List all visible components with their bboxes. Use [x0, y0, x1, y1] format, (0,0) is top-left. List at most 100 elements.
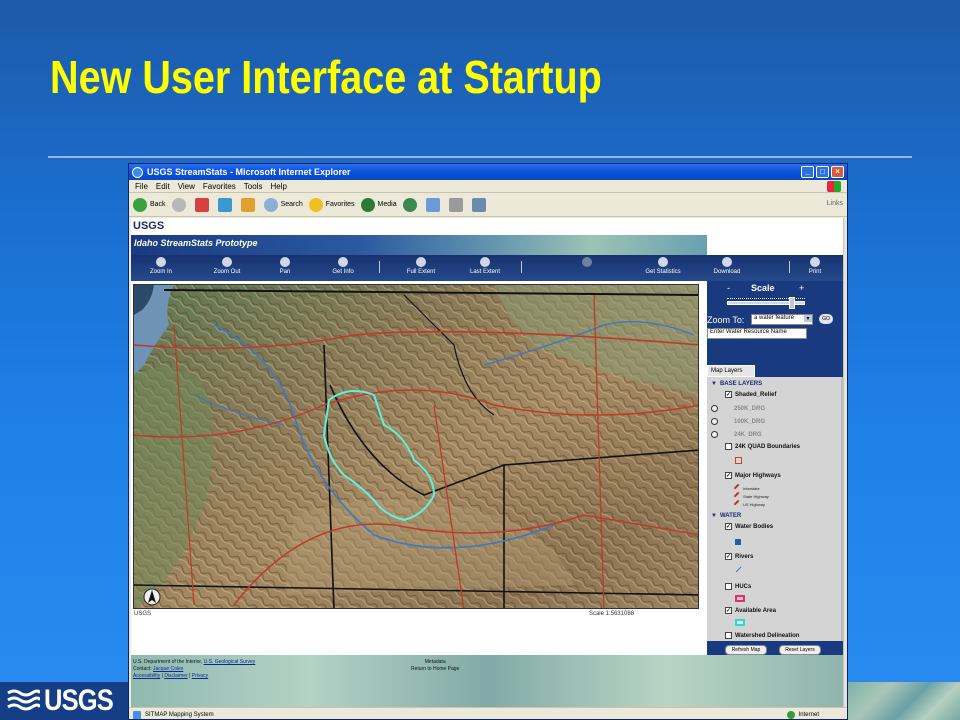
quad-legend-swatch: [735, 457, 742, 464]
layer-water-bodies[interactable]: ✓ Water Bodies: [725, 523, 773, 530]
layer-watershed[interactable]: Watershed Delineation: [725, 632, 799, 639]
layer-group-water[interactable]: ▼ WATER: [711, 513, 741, 519]
layer-checkbox[interactable]: ✓: [725, 472, 732, 479]
layer-rivers[interactable]: ✓ Rivers: [725, 553, 753, 560]
pan-tool[interactable]: Pan: [265, 257, 305, 275]
search-button[interactable]: Search: [263, 197, 303, 212]
last-extent-tool[interactable]: Last Extent: [465, 257, 505, 275]
window-titlebar[interactable]: USGS StreamStats - Microsoft Internet Ex…: [129, 164, 847, 180]
layer-label: 24K QUAD Boundaries: [735, 443, 801, 450]
edit-button[interactable]: [471, 197, 489, 212]
home-button[interactable]: [240, 197, 258, 212]
print-label: Print: [808, 269, 822, 275]
reset-layers-button[interactable]: Reset Layers: [779, 645, 821, 655]
layer-group-base[interactable]: ▼ BASE LAYERS: [711, 381, 762, 387]
history-icon: [402, 197, 417, 212]
scale-slider-thumb[interactable]: [789, 297, 795, 309]
mail-icon: [425, 197, 440, 212]
layer-checkbox[interactable]: [725, 632, 732, 639]
layer-checkbox[interactable]: ✓: [725, 523, 732, 530]
layer-label: Major Highways: [735, 472, 781, 479]
map-canvas[interactable]: [133, 284, 699, 609]
zoom-out-tool[interactable]: Zoom Out: [207, 257, 247, 275]
layer-shaded-relief[interactable]: ✓ Shaded_Relief: [725, 391, 776, 398]
get-statistics-tool[interactable]: Get Statistics: [643, 257, 683, 275]
hand-icon: [280, 257, 290, 267]
full-extent-label: Full Extent: [406, 269, 436, 275]
refresh-map-button[interactable]: Refresh Map: [725, 645, 767, 655]
scale-minus[interactable]: -: [727, 283, 730, 293]
links-label[interactable]: Links: [827, 200, 843, 207]
history-button[interactable]: [402, 197, 420, 212]
layer-checkbox[interactable]: [725, 583, 732, 590]
ie-icon: [132, 166, 143, 178]
back-button[interactable]: Back: [133, 197, 166, 212]
go-button[interactable]: GO: [819, 314, 833, 324]
layer-hucs[interactable]: HUCs: [725, 583, 751, 590]
browser-scrollbar[interactable]: [843, 218, 847, 707]
media-button[interactable]: Media: [360, 197, 397, 212]
layer-checkbox[interactable]: ✓: [725, 553, 732, 560]
magnifier-icon: [711, 431, 718, 438]
water-resource-input[interactable]: Enter Water Resource Name: [707, 328, 807, 339]
link-privacy[interactable]: Privacy: [192, 673, 208, 679]
layer-label: HUCs: [735, 583, 752, 590]
printer-icon: [448, 197, 463, 212]
layer-checkbox[interactable]: [725, 443, 732, 450]
mail-button[interactable]: [425, 197, 443, 212]
layer-checkbox[interactable]: ✓: [725, 391, 732, 398]
shaded-relief-map[interactable]: [134, 285, 699, 609]
menu-help[interactable]: Help: [270, 182, 286, 191]
menu-view[interactable]: View: [178, 182, 195, 191]
download-button[interactable]: Download: [707, 257, 747, 275]
pan-label: Pan: [279, 269, 291, 275]
usgs-banner-logo[interactable]: USGS: [133, 220, 164, 232]
legend-state-highway: State Highway: [733, 491, 769, 501]
link-home[interactable]: Return to Home Page: [411, 666, 459, 673]
print-button[interactable]: Print: [795, 257, 835, 275]
menu-tools[interactable]: Tools: [244, 182, 263, 191]
layer-checkbox[interactable]: ✓: [725, 607, 732, 614]
favorites-button[interactable]: Favorites: [308, 197, 355, 212]
layer-24k-drg[interactable]: 24K_DRG: [711, 431, 762, 438]
layer-24k-quad[interactable]: 24K QUAD Boundaries: [725, 443, 800, 450]
tab-map-layers[interactable]: Map Layers: [707, 365, 755, 377]
refresh-button[interactable]: [217, 197, 235, 212]
menu-file[interactable]: File: [135, 182, 148, 191]
stop-button[interactable]: [194, 197, 212, 212]
scale-plus[interactable]: +: [799, 283, 804, 293]
menu-bar: File Edit View Favorites Tools Help: [129, 180, 847, 193]
layer-available-area[interactable]: ✓ Available Area: [725, 607, 776, 614]
menu-edit[interactable]: Edit: [156, 182, 170, 191]
zoom-to-select[interactable]: a water feature ▾: [751, 314, 813, 325]
get-info-tool[interactable]: Get Info: [323, 257, 363, 275]
download-icon: [722, 257, 732, 267]
status-text: SITMAP Mapping System: [145, 711, 214, 718]
available-area-swatch: [735, 619, 745, 626]
link-disclaimer[interactable]: Disclaimer: [164, 673, 187, 679]
last-extent-label: Last Extent: [469, 269, 501, 275]
maximize-button[interactable]: □: [816, 166, 829, 178]
link-accessibility[interactable]: Accessibility: [133, 673, 160, 679]
forward-button[interactable]: [171, 197, 189, 212]
link-contact[interactable]: Jacque Coles: [153, 666, 183, 672]
slide-usgs-logo: USGS: [6, 682, 128, 720]
forward-arrow-icon: [171, 197, 186, 212]
link-metadata[interactable]: Metadata: [411, 659, 459, 666]
download-label: Download: [713, 269, 741, 275]
full-extent-tool[interactable]: Full Extent: [401, 257, 441, 275]
scale-label: Scale: [751, 283, 775, 293]
zoom-in-label: Zoom In: [149, 269, 172, 275]
link-usgs[interactable]: U.S. Geological Survey: [204, 659, 256, 665]
zoom-in-tool[interactable]: Zoom In: [141, 257, 181, 275]
layer-label: Available Area: [735, 607, 776, 614]
print-toolbar-button[interactable]: [448, 197, 466, 212]
menu-favorites[interactable]: Favorites: [203, 182, 236, 191]
layer-label: 24K_DRG: [734, 431, 762, 438]
minimize-button[interactable]: _: [801, 166, 814, 178]
layer-100k-drg[interactable]: 100K_DRG: [711, 418, 765, 425]
map-status-bar: USGS Scale 1:5631088: [131, 610, 707, 622]
layer-250k-drg[interactable]: 250K_DRG: [711, 405, 765, 412]
close-button[interactable]: ×: [831, 166, 844, 178]
layer-major-highways[interactable]: ✓ Major Highways: [725, 472, 781, 479]
